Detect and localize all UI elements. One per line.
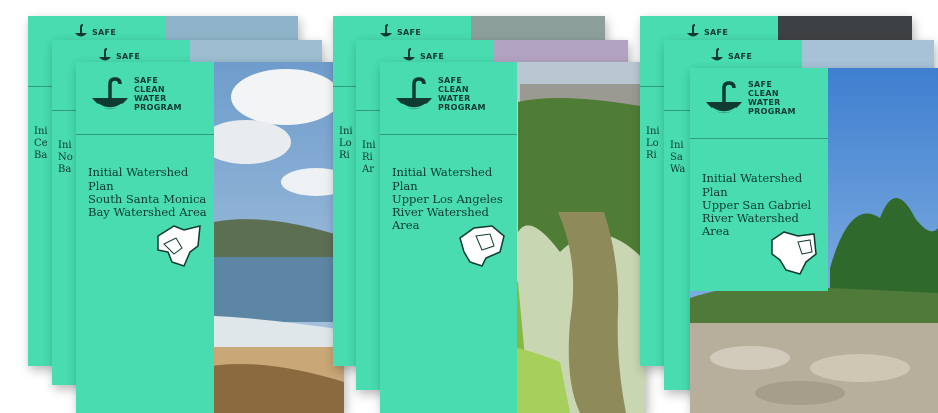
safe-clean-water-logo-icon	[396, 77, 432, 109]
watershed-area-title: South Santa Monica Bay Watershed Area	[88, 192, 207, 219]
safe-clean-water-logo-icon	[92, 77, 128, 109]
watershed-map-icon	[459, 225, 505, 267]
watershed-map-icon	[157, 225, 201, 267]
logo-text: SAFE CLEAN WATER PROGRAM	[748, 80, 796, 116]
cover-panel: SAFE CLEAN WATER PROGRAM Initial Watersh…	[380, 62, 517, 413]
safe-clean-water-logo-icon	[75, 24, 87, 37]
cover-panel: SAFE CLEAN WATER PROGRAM Initial Watersh…	[690, 68, 828, 291]
plan-cover-south-santa-monica-bay[interactable]: SAFE CLEAN WATER PROGRAM Initial Watersh…	[76, 62, 344, 413]
logo-text: SAFE	[420, 52, 445, 61]
logo-text: SAFE	[116, 52, 141, 61]
safe-clean-water-logo-icon	[687, 24, 699, 37]
logo-text: SAFE CLEAN WATER PROGRAM	[438, 76, 486, 112]
safe-clean-water-logo-icon	[380, 24, 392, 37]
safe-clean-water-logo-icon	[711, 48, 723, 61]
plan-title: Initial Watershed Plan	[392, 165, 493, 193]
logo-text: SAFE	[704, 28, 729, 37]
plan-title: Initial Watershed Plan	[702, 171, 803, 199]
plan-cover-upper-los-angeles-river[interactable]: SAFE CLEAN WATER PROGRAM Initial Watersh…	[380, 62, 646, 413]
logo-text: SAFE	[397, 28, 422, 37]
plan-cover-upper-san-gabriel-river[interactable]: SAFE CLEAN WATER PROGRAM Initial Watersh…	[690, 68, 938, 413]
logo-text: SAFE	[92, 28, 117, 37]
plan-title: Initial Watershed Plan	[88, 165, 189, 193]
logo-text: SAFE	[728, 52, 753, 61]
safe-clean-water-logo-icon	[706, 81, 742, 113]
watershed-map-icon	[771, 231, 817, 275]
cover-panel: SAFE CLEAN WATER PROGRAM Initial Watersh…	[76, 62, 214, 413]
logo-text: SAFE CLEAN WATER PROGRAM	[134, 76, 182, 112]
